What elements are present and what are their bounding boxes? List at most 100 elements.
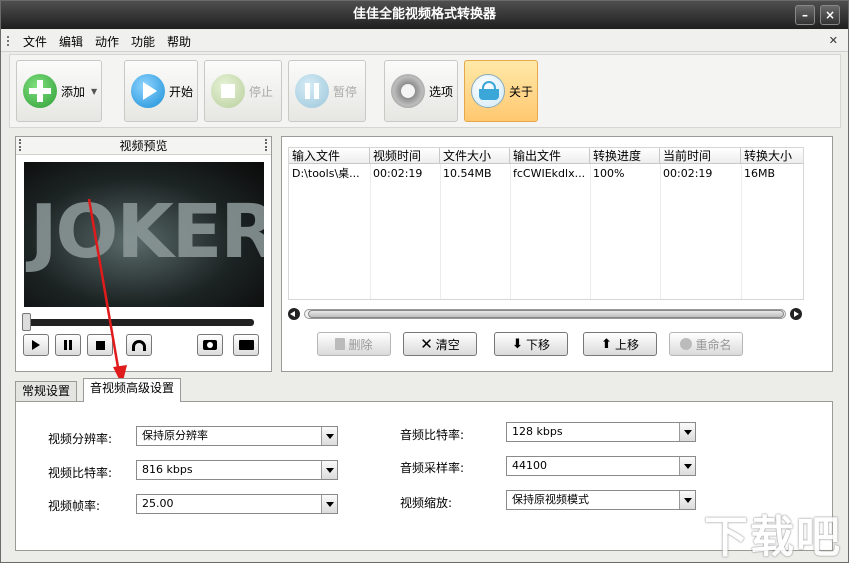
play-icon: [131, 74, 165, 108]
tab-av-advanced-settings[interactable]: 音视频高级设置: [83, 378, 182, 402]
preview-play-button[interactable]: [23, 334, 49, 356]
video-fps-select[interactable]: 25.00: [136, 494, 338, 514]
clear-label: 清空: [435, 337, 460, 352]
move-down-button[interactable]: ⬇ 下移: [494, 332, 568, 356]
open-folder-button[interactable]: [233, 334, 259, 356]
clear-x-icon: ✕: [420, 335, 433, 353]
file-table: 输入文件 视频时间 文件大小 输出文件 转换进度 当前时间 转换大小 D:\to…: [288, 147, 804, 300]
preview-stop-button[interactable]: [87, 334, 113, 356]
basket-icon: [471, 74, 505, 108]
chevron-down-icon[interactable]: [321, 427, 337, 445]
menu-file[interactable]: 文件: [23, 33, 47, 50]
col-video-time[interactable]: 视频时间: [370, 148, 440, 164]
start-label: 开始: [169, 84, 194, 99]
col-current-time[interactable]: 当前时间: [660, 148, 741, 164]
rename-icon: [680, 338, 693, 350]
menu-help[interactable]: 帮助: [167, 33, 191, 50]
options-button[interactable]: 选项: [384, 60, 458, 122]
preview-pause-button[interactable]: [55, 334, 81, 356]
scroll-left-icon[interactable]: [288, 308, 300, 320]
minimize-button[interactable]: –: [795, 5, 815, 25]
camera-icon: [203, 340, 217, 350]
rename-button[interactable]: 重命名: [669, 332, 743, 356]
window-title: 佳佳全能视频格式转换器: [352, 7, 496, 22]
move-up-button[interactable]: ⬆ 上移: [583, 332, 657, 356]
table-horizontal-scrollbar[interactable]: [288, 307, 804, 321]
col-input-file[interactable]: 输入文件: [289, 148, 370, 164]
col-progress[interactable]: 转换进度: [590, 148, 660, 164]
pause-label: 暂停: [333, 84, 358, 99]
cell-progress: 100%: [593, 167, 625, 180]
arrow-up-icon: ⬆: [601, 336, 612, 352]
chevron-down-icon[interactable]: [679, 423, 695, 441]
toolbar: 添加 ▼ 开始 停止 暂停 选项 关于: [9, 54, 841, 128]
gear-icon: [391, 74, 425, 108]
seek-bar-track[interactable]: [26, 319, 254, 326]
menu-edit[interactable]: 编辑: [59, 33, 83, 50]
move-down-label: 下移: [525, 337, 550, 352]
rename-label: 重命名: [695, 337, 732, 352]
chevron-down-icon[interactable]: [321, 495, 337, 513]
pause-button[interactable]: 暂停: [288, 60, 366, 122]
delete-label: 删除: [348, 337, 373, 352]
about-label: 关于: [509, 84, 534, 99]
tab-general-settings[interactable]: 常规设置: [15, 381, 78, 401]
audio-samplerate-select[interactable]: 44100: [506, 456, 696, 476]
audio-samplerate-label: 音频采样率:: [400, 461, 465, 475]
close-button[interactable]: ×: [820, 5, 840, 25]
preview-audio-button[interactable]: [126, 334, 152, 356]
chevron-down-icon[interactable]: [679, 457, 695, 475]
preview-title: 视频预览: [119, 139, 168, 153]
menu-close-icon[interactable]: ✕: [829, 34, 838, 47]
about-button[interactable]: 关于: [464, 60, 538, 122]
scroll-thumb[interactable]: [308, 310, 784, 318]
file-list-panel: 输入文件 视频时间 文件大小 输出文件 转换进度 当前时间 转换大小 D:\to…: [281, 136, 833, 372]
audio-bitrate-value: 128 kbps: [512, 425, 563, 438]
stop-button[interactable]: 停止: [204, 60, 282, 122]
stop-icon: [211, 74, 245, 108]
snapshot-button[interactable]: [197, 334, 223, 356]
add-dropdown-icon[interactable]: ▼: [91, 87, 97, 96]
start-button[interactable]: 开始: [124, 60, 198, 122]
trash-icon: [335, 338, 346, 350]
add-label: 添加: [61, 84, 86, 99]
preview-header: 视频预览: [16, 137, 271, 155]
preview-grip-left: [19, 139, 25, 151]
video-resolution-label: 视频分辨率:: [48, 432, 113, 446]
stop-label: 停止: [249, 84, 274, 99]
delete-button[interactable]: 删除: [317, 332, 391, 356]
col-file-size[interactable]: 文件大小: [440, 148, 510, 164]
clear-button[interactable]: ✕ 清空: [403, 332, 477, 356]
col-output-file[interactable]: 输出文件: [510, 148, 590, 164]
video-frame-text: JOKER: [30, 189, 264, 275]
cell-file-size: 10.54MB: [443, 167, 492, 180]
menu-bar: 文件 编辑 动作 功能 帮助 ✕: [1, 30, 848, 52]
video-bitrate-value: 816 kbps: [142, 463, 193, 476]
video-preview: JOKER: [24, 162, 264, 307]
pause-small-icon: [64, 340, 72, 350]
add-button[interactable]: 添加 ▼: [16, 60, 102, 122]
menu-action[interactable]: 动作: [95, 33, 119, 50]
col-converted-size[interactable]: 转换大小: [741, 148, 803, 164]
move-up-label: 上移: [614, 337, 639, 352]
video-resolution-select[interactable]: 保持原分辨率: [136, 426, 338, 446]
preview-grip-right: [265, 139, 271, 151]
video-scale-select[interactable]: 保持原视频模式: [506, 490, 696, 510]
audio-bitrate-label: 音频比特率:: [400, 428, 465, 442]
headphones-icon: [132, 339, 146, 351]
chevron-down-icon[interactable]: [321, 461, 337, 479]
scroll-right-icon[interactable]: [790, 308, 802, 320]
menu-function[interactable]: 功能: [131, 33, 155, 50]
seek-bar-thumb[interactable]: [22, 313, 31, 331]
menu-grip: [7, 36, 11, 46]
video-fps-label: 视频帧率:: [48, 499, 101, 513]
video-fps-value: 25.00: [142, 497, 174, 510]
chevron-down-icon[interactable]: [679, 491, 695, 509]
video-bitrate-select[interactable]: 816 kbps: [136, 460, 338, 480]
folder-icon: [238, 340, 254, 350]
pause-icon: [295, 74, 329, 108]
cell-current-time: 00:02:19: [663, 167, 713, 180]
options-label: 选项: [429, 84, 454, 99]
add-plus-icon: [23, 74, 57, 108]
audio-bitrate-select[interactable]: 128 kbps: [506, 422, 696, 442]
